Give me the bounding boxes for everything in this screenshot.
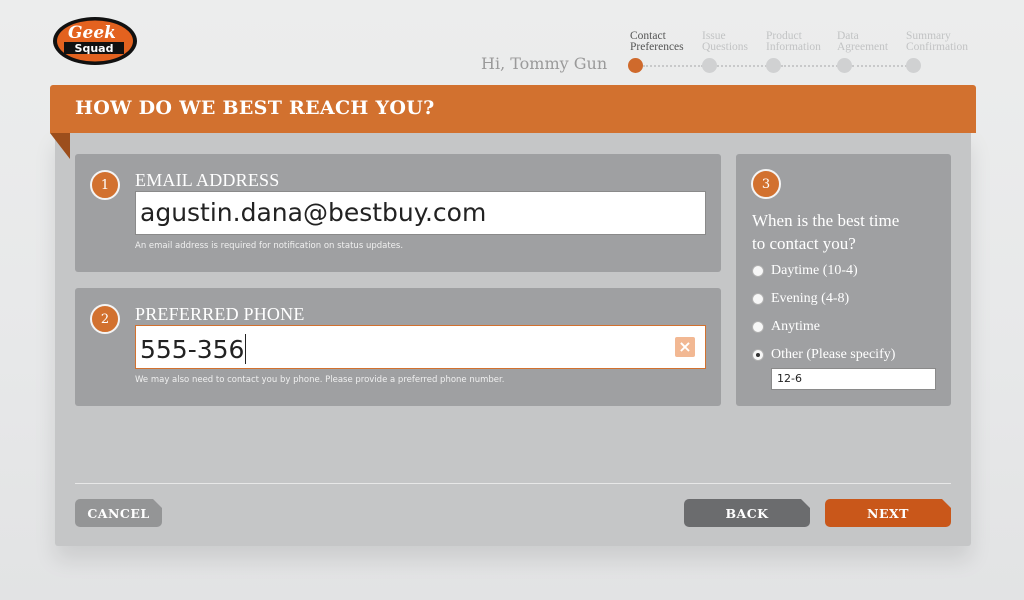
step-dot: [766, 58, 781, 73]
step-connector: [852, 65, 907, 67]
banner-fold: [50, 133, 70, 159]
radio-button[interactable]: [752, 293, 764, 305]
phone-input[interactable]: 555-356: [135, 325, 706, 369]
logo-text-squad: Squad: [75, 42, 114, 55]
step-number-badge: 1: [90, 170, 120, 200]
step-data-agreement: Data Agreement: [837, 30, 889, 53]
email-input[interactable]: agustin.dana@bestbuy.com: [135, 191, 706, 235]
email-hint: An email address is required for notific…: [135, 241, 404, 251]
step-dot: [837, 58, 852, 73]
radio-option-anytime[interactable]: Anytime: [752, 319, 820, 335]
step-product-information: Product Information: [766, 30, 821, 53]
text-caret: [245, 334, 247, 364]
next-button[interactable]: NEXT: [825, 499, 951, 527]
phone-input-value: 555-356: [140, 335, 245, 364]
step-connector: [643, 65, 703, 67]
back-button[interactable]: BACK: [684, 499, 810, 527]
step-dot: [702, 58, 717, 73]
step-summary-confirmation: Summary Confirmation: [906, 30, 968, 53]
step-issue-questions: Issue Questions: [702, 30, 748, 53]
radio-option-daytime[interactable]: Daytime (10-4): [752, 263, 858, 279]
email-label: EMAIL ADDRESS: [135, 170, 280, 190]
step-connector: [781, 65, 838, 67]
step-number-badge: 2: [90, 304, 120, 334]
radio-button[interactable]: [752, 265, 764, 277]
geek-squad-logo[interactable]: Geek Squad: [52, 16, 138, 66]
phone-hint: We may also need to contact you by phone…: [135, 375, 505, 385]
radio-option-evening[interactable]: Evening (4-8): [752, 291, 849, 307]
step-dot: [906, 58, 921, 73]
contact-time-question: When is the best time to contact you?: [752, 211, 900, 253]
step-number-badge: 3: [751, 169, 781, 199]
phone-label: PREFERRED PHONE: [135, 304, 305, 324]
step-contact-preferences: Contact Preferences: [630, 30, 684, 53]
radio-option-other[interactable]: Other (Please specify): [752, 347, 895, 363]
page-title: HOW DO WE BEST REACH YOU?: [75, 97, 435, 119]
other-time-input[interactable]: 12-6: [771, 368, 936, 390]
radio-button-checked[interactable]: [752, 349, 764, 361]
radio-button[interactable]: [752, 321, 764, 333]
step-connector: [717, 65, 767, 67]
step-dot-active: [628, 58, 643, 73]
footer-divider: [75, 483, 951, 484]
logo-text-geek: Geek: [68, 23, 116, 43]
cancel-button[interactable]: CANCEL: [75, 499, 162, 527]
close-icon[interactable]: ×: [675, 337, 695, 357]
user-greeting: Hi, Tommy Gun: [481, 54, 608, 73]
